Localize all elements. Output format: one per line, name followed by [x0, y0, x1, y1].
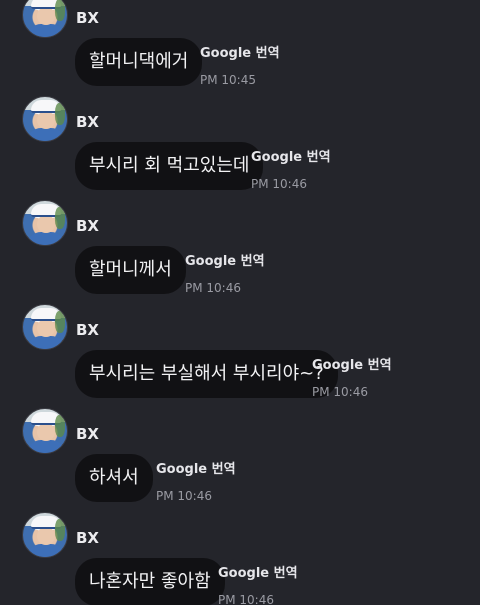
message-bubble[interactable]: 부시리 회 먹고있는데 [75, 142, 264, 190]
chat-thread[interactable]: BX 할머니댁에거 Google 번역 PM 10:45 BX 부시리 회 먹고… [0, 0, 480, 605]
timestamp: PM 10:46 [218, 593, 274, 605]
message-meta: Google 번역 PM 10:45 [200, 42, 280, 87]
google-translate-link[interactable]: Google 번역 [251, 146, 331, 165]
message-item: BX 할머니께서 Google 번역 PM 10:46 [0, 200, 480, 304]
message-bubble[interactable]: 할머니댁에거 [75, 38, 203, 86]
message-item: BX 할머니댁에거 Google 번역 PM 10:45 [0, 0, 480, 96]
avatar[interactable] [22, 304, 68, 350]
avatar[interactable] [22, 512, 68, 558]
google-translate-link[interactable]: Google 번역 [185, 250, 265, 269]
message-item: BX 부시리 회 먹고있는데 Google 번역 PM 10:46 [0, 96, 480, 200]
avatar[interactable] [22, 200, 68, 246]
sender-name: BX [76, 529, 99, 547]
message-meta: Google 번역 PM 10:46 [251, 146, 331, 191]
message-item: BX 나혼자만 좋아함 Google 번역 PM 10:46 [0, 512, 480, 605]
google-translate-link[interactable]: Google 번역 [218, 562, 298, 581]
sender-name: BX [76, 9, 99, 27]
sender-name: BX [76, 217, 99, 235]
sender-name: BX [76, 113, 99, 131]
message-meta: Google 번역 PM 10:46 [185, 250, 265, 295]
message-item: BX 하셔서 Google 번역 PM 10:46 [0, 408, 480, 512]
message-item: BX 부시리는 부실해서 부시리야~? Google 번역 PM 10:46 [0, 304, 480, 408]
avatar[interactable] [22, 408, 68, 454]
timestamp: PM 10:46 [185, 281, 241, 295]
timestamp: PM 10:46 [156, 489, 212, 503]
timestamp: PM 10:45 [200, 73, 256, 87]
message-bubble[interactable]: 나혼자만 좋아함 [75, 558, 225, 605]
timestamp: PM 10:46 [312, 385, 368, 399]
message-meta: Google 번역 PM 10:46 [218, 562, 298, 605]
message-meta: Google 번역 PM 10:46 [156, 458, 236, 503]
avatar[interactable] [22, 0, 68, 38]
message-bubble[interactable]: 부시리는 부실해서 부시리야~? [75, 350, 338, 398]
sender-name: BX [76, 321, 99, 339]
timestamp: PM 10:46 [251, 177, 307, 191]
google-translate-link[interactable]: Google 번역 [200, 42, 280, 61]
google-translate-link[interactable]: Google 번역 [156, 458, 236, 477]
avatar[interactable] [22, 96, 68, 142]
message-bubble[interactable]: 할머니께서 [75, 246, 186, 294]
sender-name: BX [76, 425, 99, 443]
message-meta: Google 번역 PM 10:46 [312, 354, 392, 399]
message-bubble[interactable]: 하셔서 [75, 454, 153, 502]
google-translate-link[interactable]: Google 번역 [312, 354, 392, 373]
